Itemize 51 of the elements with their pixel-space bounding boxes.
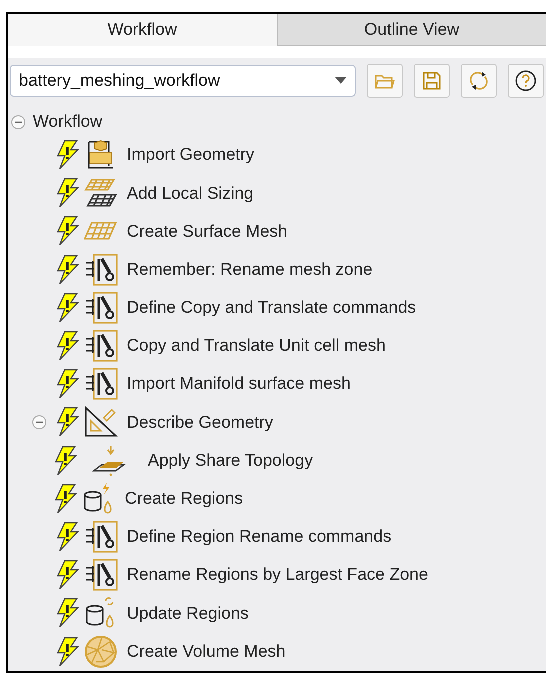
tab[interactable]: Outline View <box>277 14 546 46</box>
mesh-grid-icon <box>84 221 118 242</box>
lightning-icon <box>56 407 80 438</box>
workflow-dropdown[interactable]: battery_meshing_workflow <box>10 65 356 97</box>
tree-item-label[interactable]: Remember: Rename mesh zone <box>127 256 373 282</box>
cad-file-icon <box>86 140 116 170</box>
collapse-icon[interactable] <box>32 414 47 430</box>
lightning-icon <box>56 522 80 552</box>
refresh-icon <box>469 71 489 91</box>
wrench-icon <box>84 558 118 592</box>
tree-item-label[interactable]: Apply Share Topology <box>148 448 314 474</box>
wrench-icon <box>84 290 118 325</box>
lightning-icon <box>54 446 78 476</box>
tree-item-label[interactable]: Describe Geometry <box>127 410 274 436</box>
wrench-icon <box>84 252 118 287</box>
tree-item-label[interactable]: Create Regions <box>125 486 244 512</box>
lightning-icon <box>56 560 80 590</box>
tab[interactable]: Workflow <box>8 14 277 46</box>
tree-item-label[interactable]: Add Local Sizing <box>127 180 254 206</box>
tree-item-label[interactable]: Update Regions <box>127 600 249 626</box>
tree-item-label[interactable]: Copy and Translate Unit cell mesh <box>127 333 386 359</box>
wrench-icon <box>84 329 118 364</box>
save-button[interactable] <box>414 64 450 98</box>
sphere-mesh-icon <box>84 634 118 669</box>
help-button[interactable] <box>508 64 544 98</box>
save-icon <box>423 72 441 90</box>
wrench-icon <box>84 367 118 402</box>
caret-icon <box>335 77 347 85</box>
collapse-icon[interactable] <box>11 114 26 130</box>
lightning-icon <box>56 331 80 362</box>
tree-item-label[interactable]: Rename Regions by Largest Face Zone <box>127 562 428 588</box>
lightning-icon <box>56 292 80 323</box>
plate-icon <box>92 444 126 477</box>
tree-item-label[interactable]: Define Copy and Translate commands <box>127 295 416 321</box>
tree-item-label[interactable]: Create Volume Mesh <box>127 638 286 664</box>
lightning-icon <box>56 598 80 628</box>
lightning-icon <box>54 484 78 514</box>
tree-item-label[interactable]: Import Manifold surface mesh <box>127 371 351 397</box>
mesh-grid-icon <box>84 178 118 208</box>
tree-item-label[interactable]: Define Region Rename commands <box>127 524 392 550</box>
lightning-icon <box>56 140 80 170</box>
wrench-icon <box>84 520 118 554</box>
tree-item-label[interactable]: Create Surface Mesh <box>127 218 288 244</box>
lightning-icon <box>56 254 80 285</box>
lightning-icon <box>56 369 80 400</box>
tree-item-label[interactable]: Workflow <box>33 109 103 135</box>
help-icon <box>515 70 537 92</box>
lightning-icon <box>56 216 80 246</box>
tree-item-label[interactable]: Import Geometry <box>127 142 255 168</box>
lightning-icon <box>56 636 80 667</box>
lightning-icon <box>56 178 80 208</box>
